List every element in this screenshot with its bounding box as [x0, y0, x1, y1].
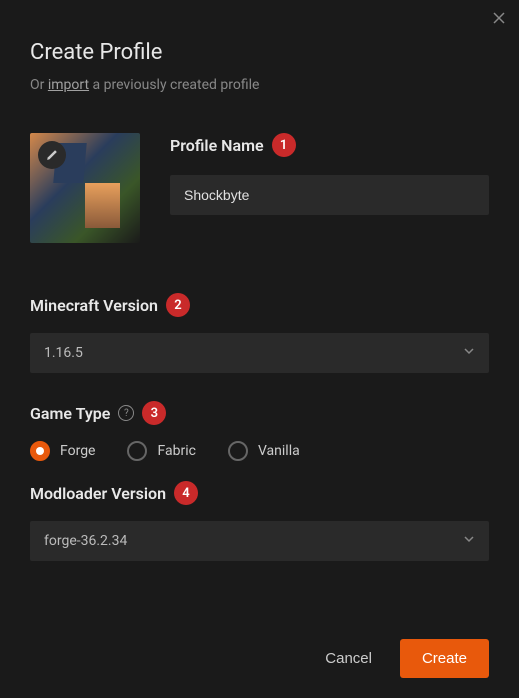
badge-4: 4 — [174, 481, 198, 505]
subtitle-suffix: a previously created profile — [89, 77, 259, 93]
chevron-down-icon — [463, 345, 475, 361]
edit-image-button[interactable] — [38, 141, 66, 169]
radio-forge[interactable]: Forge — [30, 441, 95, 461]
radio-label-vanilla: Vanilla — [258, 443, 300, 459]
minecraft-version-dropdown[interactable]: 1.16.5 — [30, 333, 489, 373]
create-button[interactable]: Create — [400, 639, 489, 678]
radio-label-forge: Forge — [60, 443, 95, 459]
modloader-version-dropdown[interactable]: forge-36.2.34 — [30, 521, 489, 561]
pencil-icon — [45, 148, 59, 162]
subtitle: Or import a previously created profile — [30, 77, 489, 93]
modloader-version-label: Modloader Version — [30, 484, 166, 503]
minecraft-version-label: Minecraft Version — [30, 296, 158, 315]
subtitle-prefix: Or — [30, 77, 48, 93]
minecraft-version-value: 1.16.5 — [44, 345, 83, 361]
game-type-label: Game Type — [30, 404, 110, 423]
radio-icon — [30, 441, 50, 461]
cancel-button[interactable]: Cancel — [313, 640, 384, 677]
profile-name-label: Profile Name — [170, 136, 264, 155]
modloader-version-value: forge-36.2.34 — [44, 533, 127, 549]
game-type-radios: Forge Fabric Vanilla — [30, 441, 489, 461]
badge-3: 3 — [142, 401, 166, 425]
profile-name-input[interactable] — [170, 175, 489, 215]
import-link[interactable]: import — [48, 77, 89, 93]
radio-icon — [127, 441, 147, 461]
help-icon[interactable]: ? — [118, 405, 134, 421]
page-title: Create Profile — [30, 40, 489, 65]
radio-fabric[interactable]: Fabric — [127, 441, 195, 461]
badge-1: 1 — [272, 133, 296, 157]
badge-2: 2 — [166, 293, 190, 317]
close-icon[interactable] — [491, 10, 507, 26]
profile-image[interactable] — [30, 133, 140, 243]
radio-icon — [228, 441, 248, 461]
radio-label-fabric: Fabric — [157, 443, 195, 459]
radio-vanilla[interactable]: Vanilla — [228, 441, 300, 461]
chevron-down-icon — [463, 533, 475, 549]
